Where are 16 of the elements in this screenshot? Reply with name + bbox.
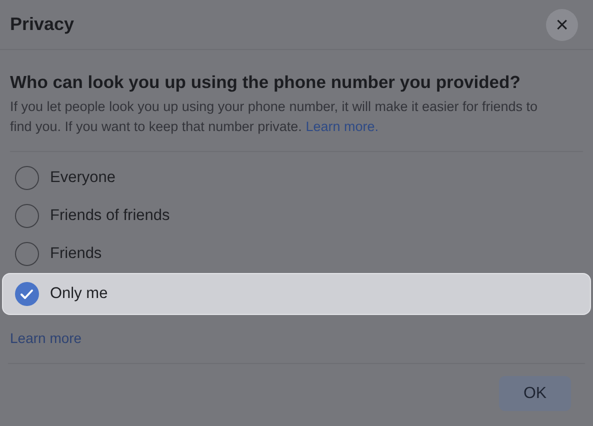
option-label: Everyone: [50, 168, 116, 188]
question-heading: Who can look you up using the phone number you provided?: [10, 71, 522, 94]
close-button[interactable]: ×: [546, 8, 578, 40]
learn-more-link[interactable]: Learn more: [10, 330, 82, 346]
radio-option[interactable]: Everyone: [2, 159, 591, 197]
option-label: Friends: [50, 244, 102, 264]
radio-option[interactable]: Friends: [2, 235, 591, 273]
checked-radio-icon: [15, 282, 39, 306]
description-text: If you let people look you up using your phone number, it will make it easier for friends to find you. If you want to keep that number private. Learn more.: [10, 98, 539, 136]
option-label: Friends of friends: [50, 206, 170, 226]
learn-more-link[interactable]: Learn more.: [306, 119, 378, 134]
dialog-title: Privacy: [10, 13, 74, 36]
radio-option[interactable]: Only me: [2, 273, 591, 315]
ok-button[interactable]: OK: [499, 376, 571, 411]
option-label: Only me: [50, 284, 108, 304]
radio-option[interactable]: Friends of friends: [2, 197, 591, 235]
